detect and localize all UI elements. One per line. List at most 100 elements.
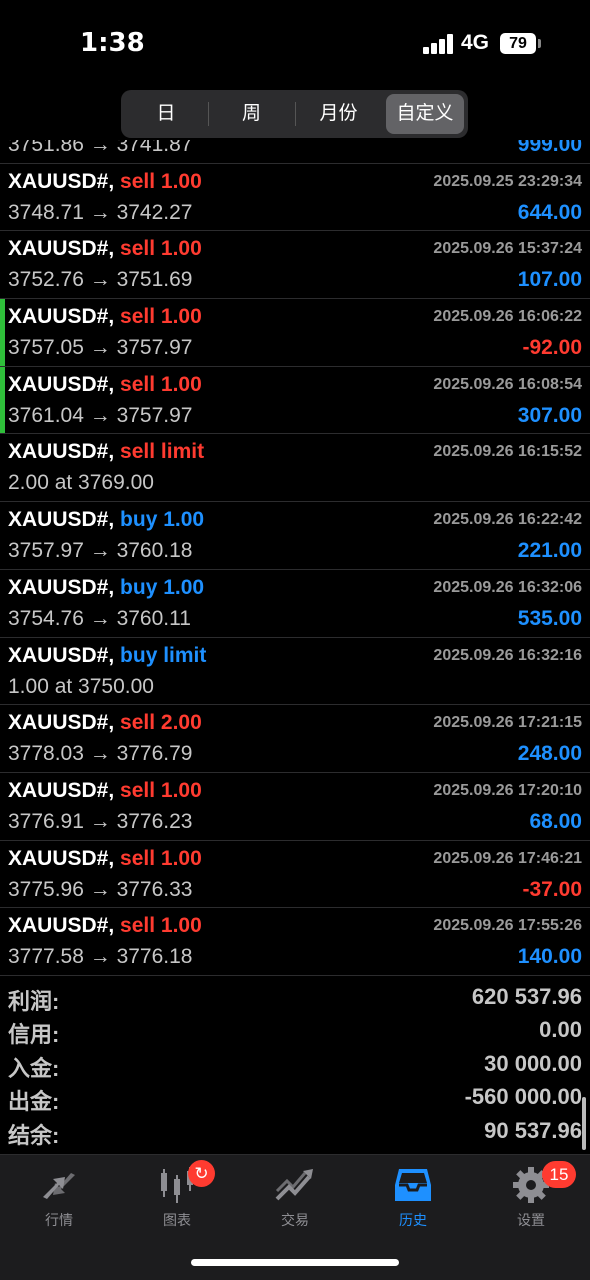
position-marker [0,299,5,366]
deal-datetime: 2025.09.26 16:15:52 [433,443,582,461]
deal-datetime: 2025.09.26 16:22:42 [433,511,582,529]
deal-symbol-line: XAUUSD#, buy 1.00 [8,508,204,532]
tab-label: 设置 [517,1212,545,1228]
segment-day[interactable]: 日 [125,94,207,134]
deal-symbol: XAUUSD#, [8,914,115,938]
summary-row: 利润: 620 537.96 [0,982,590,1015]
deal-row[interactable]: XAUUSD#, buy limit 2025.09.26 16:32:16 1.0… [0,638,590,706]
deal-profit: 535.00 [517,606,582,630]
deal-row[interactable]: XAUUSD#, sell 2.00 2025.09.26 17:21:15 377… [0,705,590,773]
deal-symbol-line: XAUUSD#, sell limit [8,440,204,464]
deal-row[interactable]: XAUUSD#, sell 1.00 2025.09.26 17:55:26 377… [0,908,590,976]
deal-symbol-line: XAUUSD#, sell 1.00 [8,914,202,938]
settings-notification-badge: 15 [542,1161,576,1188]
deal-datetime: 2025.09.26 16:08:54 [433,375,582,393]
deal-datetime: 2025.09.26 17:55:26 [433,917,582,935]
deal-action: sell 2.00 [120,711,202,735]
home-indicator[interactable] [191,1259,399,1266]
deal-symbol-line: XAUUSD#, sell 1.00 [8,170,202,194]
deal-action: sell 1.00 [120,237,202,261]
deal-action: buy limit [120,643,207,667]
deal-price: 3757.97 → 3760.18 [8,539,193,563]
tab-chart[interactable]: ↻ 图表 [118,1155,236,1235]
deal-action: sell 1.00 [120,372,202,396]
deal-price: 3761.04 → 3757.97 [8,403,193,427]
deal-price: 1.00 at 3750.00 [8,674,154,698]
deal-datetime: 2025.09.26 16:32:06 [433,578,582,596]
deal-datetime: 2025.09.26 17:20:10 [433,781,582,799]
deal-profit: 248.00 [517,742,582,766]
deal-profit: 221.00 [517,539,582,563]
tab-label: 交易 [281,1212,309,1228]
deal-row[interactable]: XAUUSD#, sell 1.00 2025.09.26 16:08:54 376… [0,366,590,435]
deal-datetime: 2025.09.26 15:37:24 [433,240,582,258]
summary-row: 入金: 30 000.00 [0,1049,590,1082]
deal-symbol-line: XAUUSD#, sell 1.00 [8,237,202,261]
deal-datetime: 2025.09.26 17:46:21 [433,849,582,867]
summary-panel: 利润: 620 537.96 信用: 0.00 入金: 30 000.00 出金: -560 … [0,982,590,1152]
deal-symbol: XAUUSD#, [8,508,115,532]
deal-row[interactable]: XAUUSD#, sell 1.00 2025.09.26 17:46:21 377… [0,841,590,909]
deal-symbol-line: XAUUSD#, buy 1.00 [8,576,204,600]
battery-tip [538,39,541,48]
deal-price: 3748.71 → 3742.27 [8,200,193,224]
tab-label: 历史 [399,1212,427,1228]
deal-row[interactable]: XAUUSD#, sell limit 2025.09.26 16:15:52 2.… [0,434,590,503]
deal-symbol: XAUUSD#, [8,237,115,261]
deal-symbol: XAUUSD#, [8,778,115,802]
summary-label: 信用: [8,1022,60,1048]
cellular-signal-icon [423,34,455,54]
deal-price: 3754.76 → 3760.11 [8,606,191,630]
battery-icon: 79 [500,33,536,54]
history-inbox-icon [395,1169,431,1201]
tab-quotes[interactable]: 行情 [0,1155,118,1235]
deal-row[interactable]: XAUUSD#, sell 1.00 2025.09.26 17:20:10 377… [0,773,590,841]
scroll-indicator[interactable] [582,1097,586,1150]
deal-profit: -37.00 [522,877,582,901]
tab-history[interactable]: 历史 [354,1155,472,1235]
deal-symbol: XAUUSD#, [8,372,115,396]
segment-week[interactable]: 周 [209,94,294,134]
deal-symbol: XAUUSD#, [8,575,115,599]
deal-action: sell 1.00 [120,778,202,802]
deal-symbol-line: XAUUSD#, sell 1.00 [8,305,202,329]
deal-profit: 999.00 [517,140,582,156]
deal-price: 3751.86 → 3741.87 [8,140,193,156]
deal-symbol-line: XAUUSD#, sell 2.00 [8,711,202,735]
chart-refresh-badge: ↻ [188,1160,215,1187]
tab-label: 图表 [163,1212,191,1228]
summary-value: 30 000.00 [484,1050,582,1076]
summary-value: 90 537.96 [484,1117,582,1143]
summary-row: 信用: 0.00 [0,1015,590,1048]
deal-action: sell 1.00 [120,305,202,329]
deal-row[interactable]: XAUUSD#, sell 1.003751.86 → 3741.87999.0… [0,140,590,164]
summary-label: 出金: [8,1089,60,1115]
deal-action: sell 1.00 [120,169,202,193]
deal-row[interactable]: XAUUSD#, buy 1.00 2025.09.26 16:32:06 3754… [0,570,590,638]
segment-custom[interactable]: 自定义 [386,94,464,134]
summary-value: 0.00 [539,1017,582,1043]
deal-profit: 644.00 [517,200,582,224]
summary-row: 结余: 90 537.96 [0,1116,590,1149]
deal-row[interactable]: XAUUSD#, sell 1.00 2025.09.26 16:06:22 375… [0,299,590,367]
summary-label: 利润: [8,989,60,1014]
deal-symbol: XAUUSD#, [8,711,115,735]
deal-profit: -92.00 [522,336,582,360]
segment-month[interactable]: 月份 [296,94,381,134]
deal-price: 3752.76 → 3751.69 [8,268,193,292]
deal-row[interactable]: XAUUSD#, buy 1.00 2025.09.26 16:22:42 3757… [0,502,590,570]
tab-trade[interactable]: 交易 [236,1155,354,1235]
deal-row[interactable]: XAUUSD#, sell 1.00 2025.09.25 23:29:34 374… [0,164,590,232]
deal-action: sell limit [120,440,205,464]
deal-datetime: 2025.09.26 17:21:15 [433,714,582,732]
quotes-arrows-icon [43,1173,75,1199]
deal-price: 3778.03 → 3776.79 [8,742,193,766]
deals-list[interactable]: XAUUSD#, sell 1.00 3751.86 → 3741.87 999.0… [0,140,590,976]
summary-value: -560 000.00 [464,1084,582,1110]
deal-price: 3775.96 → 3776.33 [8,877,193,901]
summary-label: 结余: [8,1122,60,1148]
tab-settings[interactable]: 15 设置 [472,1155,590,1235]
trade-trend-icon [275,1169,313,1201]
deal-row[interactable]: XAUUSD#, sell 1.00 2025.09.26 15:37:24 375… [0,231,590,300]
deal-price: 3757.05 → 3757.97 [8,336,193,360]
